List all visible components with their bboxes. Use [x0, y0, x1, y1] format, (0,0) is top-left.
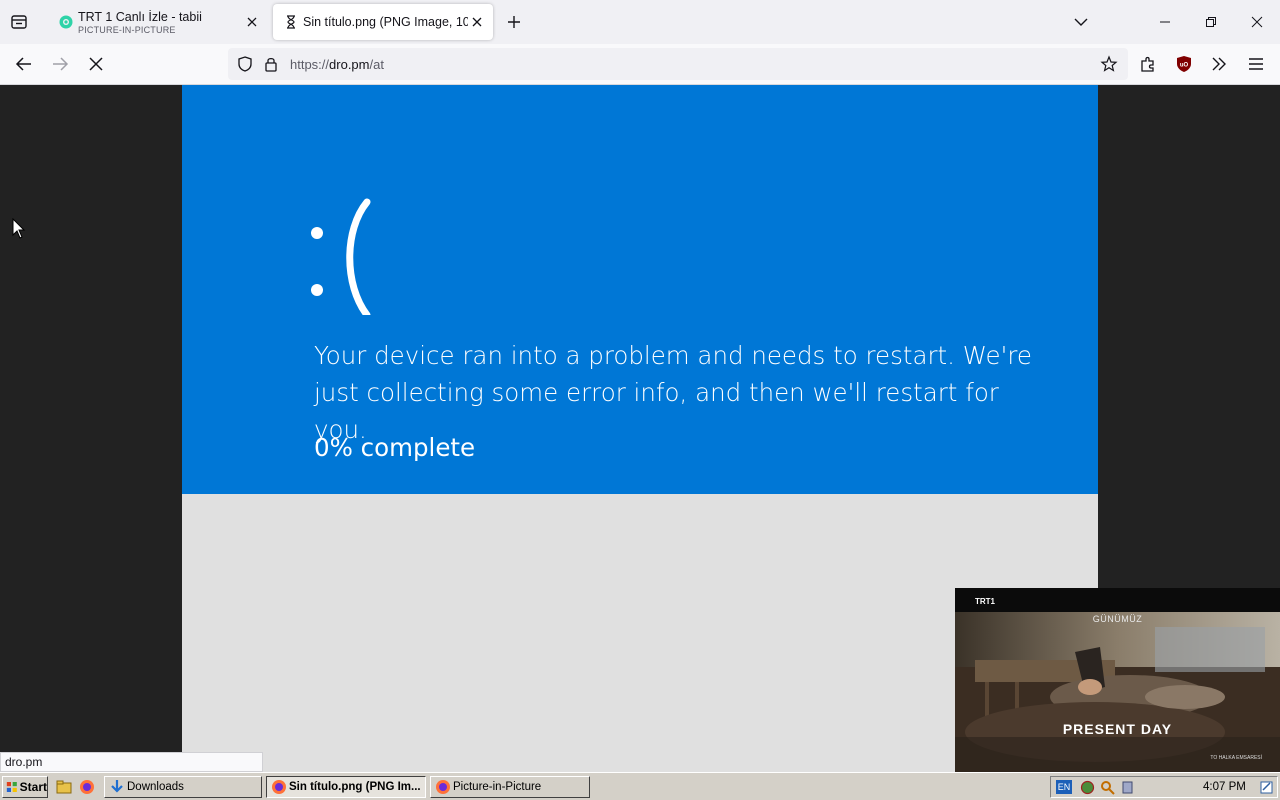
url-path: /at: [369, 57, 384, 72]
minimize-button[interactable]: [1142, 0, 1188, 44]
url-host: dro.pm: [329, 57, 370, 72]
minimize-icon: [1160, 21, 1170, 23]
pip-time-label: GÜNÜMÜZ: [1092, 614, 1143, 624]
pip-caption: PRESENT DAY: [1062, 721, 1173, 737]
taskbar-item-sin-titulo[interactable]: Sin título.png (PNG Im...: [266, 776, 426, 798]
clock[interactable]: 4:07 PM: [1203, 781, 1246, 793]
url-bar[interactable]: https://dro.pm/at: [228, 48, 1128, 80]
tab-strip: TRT 1 Canlı İzle - tabii PICTURE-IN-PICT…: [0, 0, 1280, 44]
language-indicator[interactable]: EN: [1056, 780, 1072, 794]
firefox-icon: [436, 780, 450, 794]
hamburger-menu-icon[interactable]: [1246, 54, 1266, 74]
forward-arrow-icon[interactable]: [50, 54, 70, 74]
system-tray: EN 4:07 PM: [1050, 776, 1278, 798]
tracking-shield-icon[interactable]: [236, 55, 254, 73]
pip-black-bar: [955, 588, 1280, 612]
chevron-down-icon[interactable]: [1073, 14, 1089, 30]
tab-sin-titulo[interactable]: Sin título.png (PNG Image, 1024: [273, 4, 493, 40]
navigation-toolbar: https://dro.pm/at uO: [0, 44, 1280, 85]
restore-icon: [1206, 17, 1216, 27]
download-arrow-icon: [111, 780, 123, 793]
stop-loading-icon[interactable]: [86, 54, 106, 74]
bsod-screen: :( Your device ran into a problem and ne…: [182, 85, 1098, 494]
tabii-favicon: [59, 15, 73, 29]
tray-status-icon[interactable]: [1139, 780, 1154, 795]
close-tab-icon[interactable]: [244, 14, 260, 30]
bookmark-star-icon[interactable]: [1100, 55, 1118, 73]
start-button[interactable]: Start: [2, 776, 48, 798]
picture-in-picture-window[interactable]: TRT1 GÜNÜMÜZ PRESENT DAY TO HALKA EMSARE…: [955, 588, 1280, 772]
url-scheme: https://: [290, 57, 330, 72]
close-window-button[interactable]: [1234, 0, 1280, 44]
tab-title: TRT 1 Canlı İzle - tabii: [78, 10, 202, 24]
close-icon: [1251, 16, 1263, 28]
extensions-puzzle-icon[interactable]: [1138, 54, 1158, 74]
loading-hourglass-icon: [287, 15, 295, 29]
ublock-origin-icon[interactable]: uO: [1174, 54, 1194, 74]
new-tab-icon[interactable]: [505, 13, 523, 31]
sad-face-text: :(: [306, 185, 307, 186]
tab-trt1[interactable]: TRT 1 Canlı İzle - tabii PICTURE-IN-PICT…: [48, 4, 268, 40]
bsod-message: Your device ran into a problem and needs…: [314, 341, 1032, 444]
url-text[interactable]: https://dro.pm/at: [290, 57, 384, 72]
screen: TRT 1 Canlı İzle - tabii PICTURE-IN-PICT…: [0, 0, 1280, 800]
tab-list-icon: [11, 15, 27, 29]
lock-icon[interactable]: [263, 55, 279, 73]
mouse-pointer-icon: [12, 218, 26, 239]
more-tools-chevron-icon[interactable]: [1209, 54, 1229, 74]
taskbar-item-downloads[interactable]: Downloads: [104, 776, 262, 798]
restore-button[interactable]: [1188, 0, 1234, 44]
pip-video-frame: [955, 612, 1280, 772]
windows-logo-icon: [6, 782, 17, 792]
taskbar-item-label: Downloads: [127, 781, 184, 793]
firefox-icon: [272, 780, 286, 794]
pip-channel-logo: TRT1: [975, 597, 995, 606]
device-icon[interactable]: [1120, 780, 1135, 795]
sad-face-emoticon: :(: [306, 185, 371, 315]
bsod-progress: 0% complete: [314, 433, 476, 462]
close-tab-icon[interactable]: [469, 14, 485, 30]
firefox-icon[interactable]: [79, 779, 95, 795]
notification-icon[interactable]: [1259, 780, 1274, 795]
pip-corner-watermark: TO HALKA EMSARESİ: [1210, 755, 1262, 761]
file-explorer-icon[interactable]: [56, 779, 72, 795]
taskbar-item-label: Picture-in-Picture: [453, 781, 542, 793]
taskbar-item-pip[interactable]: Picture-in-Picture: [430, 776, 590, 798]
tab-title: Sin título.png (PNG Image, 1024: [303, 15, 468, 29]
search-icon[interactable]: [1100, 780, 1115, 795]
svg-text:uO: uO: [1180, 63, 1189, 69]
back-arrow-icon[interactable]: [14, 54, 34, 74]
tab-subtitle: PICTURE-IN-PICTURE: [78, 25, 176, 35]
network-globe-icon[interactable]: [1080, 780, 1095, 795]
taskbar: Start Downloads Sin título.png (PNG Im..…: [0, 772, 1280, 800]
taskbar-item-label: Sin título.png (PNG Im...: [289, 781, 421, 793]
firefox-view-button[interactable]: [8, 11, 30, 33]
status-link-preview: dro.pm: [0, 752, 263, 772]
start-label: Start: [19, 780, 47, 794]
